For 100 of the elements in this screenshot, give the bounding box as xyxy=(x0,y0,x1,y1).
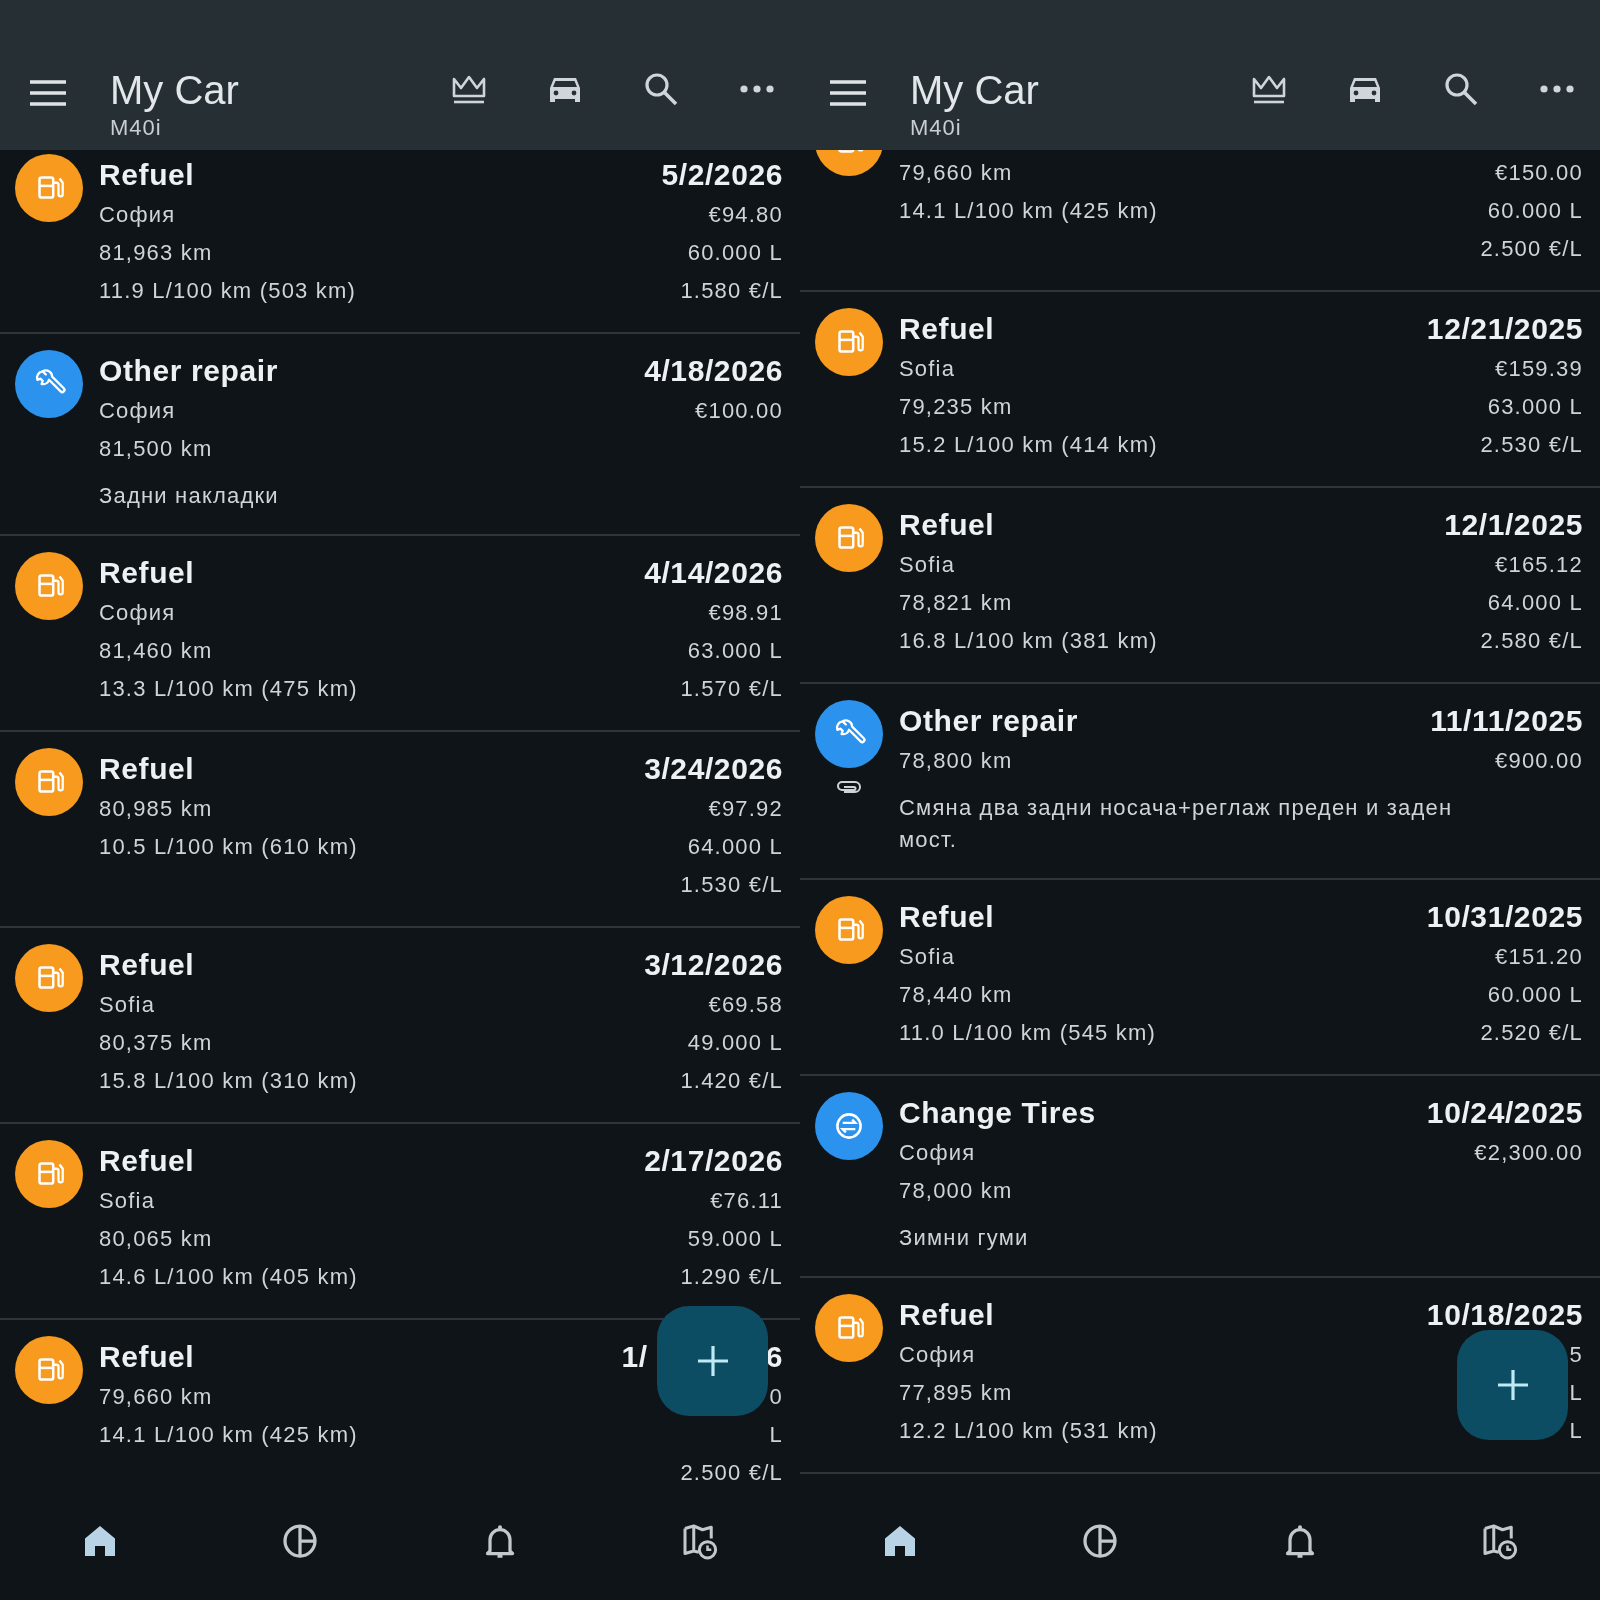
entry-title: Refuel xyxy=(99,555,196,591)
entry-amount: €165.12 xyxy=(1495,551,1583,579)
entry-amount: €97.92 xyxy=(708,795,783,823)
entry-detail: 11.9 L/100 km (503 km) xyxy=(99,277,357,305)
entry-amount: 2.500 €/L xyxy=(680,1459,783,1487)
entry-detail: 14.6 L/100 km (405 km) xyxy=(99,1263,358,1291)
entry-detail: 81,963 km xyxy=(99,239,214,267)
chart-icon[interactable] xyxy=(1080,1521,1120,1561)
entry-note: Задни накладки xyxy=(99,482,280,510)
entry-title: Other repair xyxy=(99,353,278,389)
entry-title: Refuel xyxy=(99,947,196,983)
app-subtitle: M40i xyxy=(910,114,963,142)
entry-amount: L xyxy=(769,1421,783,1449)
entry-amount: 2.500 €/L xyxy=(1480,235,1583,263)
entry-amount: 2.580 €/L xyxy=(1480,627,1583,655)
entry-title: Refuel xyxy=(99,157,196,193)
entry-title: Refuel xyxy=(99,751,196,787)
entry-amount: 60.000 L xyxy=(1487,197,1583,225)
entry-detail: 14.1 L/100 km (425 km) xyxy=(899,197,1158,225)
entry-detail: София xyxy=(899,1139,977,1167)
app-title: My Car xyxy=(910,67,1040,114)
entry-detail: 80,375 km xyxy=(99,1029,214,1057)
entry-title: Refuel xyxy=(899,311,996,347)
entry-detail: 79,660 km xyxy=(99,1383,214,1411)
entry-title: Refuel xyxy=(899,899,996,935)
entry-amount: 63.000 L xyxy=(687,637,783,665)
entry-date: 12/21/2025 xyxy=(1426,311,1583,347)
entry-detail: 77,895 km xyxy=(899,1379,1014,1407)
entry-detail: 81,460 km xyxy=(99,637,214,665)
entry-amount: €69.58 xyxy=(708,991,783,1019)
entry-amount: €100.00 xyxy=(695,397,783,425)
entry-amount: 2.530 €/L xyxy=(1480,431,1583,459)
menu-icon[interactable] xyxy=(828,78,868,108)
entry-amount: 64.000 L xyxy=(1487,589,1583,617)
entry-detail: Sofia xyxy=(899,355,957,383)
entry-amount: 0 xyxy=(769,1383,783,1411)
entry-amount: 1.570 €/L xyxy=(680,675,783,703)
entry-amount: 49.000 L xyxy=(687,1029,783,1057)
entry-amount: 1.420 €/L xyxy=(680,1067,783,1095)
entry-amount: €94.80 xyxy=(708,201,783,229)
plus-icon xyxy=(1495,1368,1530,1402)
entry-detail: 16.8 L/100 km (381 km) xyxy=(899,627,1158,655)
entry-amount: €150.00 xyxy=(1495,159,1583,187)
entry-title: Refuel xyxy=(99,1143,196,1179)
menu-icon[interactable] xyxy=(28,78,68,108)
search-icon[interactable] xyxy=(642,70,680,108)
entry-detail: 15.2 L/100 km (414 km) xyxy=(899,431,1158,459)
entry-date: 11/11/2025 xyxy=(1430,703,1583,739)
entry-amount: 59.000 L xyxy=(687,1225,783,1253)
entry-date: 4/14/2026 xyxy=(644,555,783,591)
entry-detail: 13.3 L/100 km (475 km) xyxy=(99,675,358,703)
entry-amount: 5 xyxy=(1569,1341,1583,1369)
entry-amount: 1.530 €/L xyxy=(680,871,783,899)
entry-detail: София xyxy=(99,397,177,425)
entry-amount: 1.290 €/L xyxy=(680,1263,783,1291)
entry-detail: 78,000 km xyxy=(899,1177,1014,1205)
entry-detail: 80,985 km xyxy=(99,795,214,823)
plus-icon xyxy=(695,1344,730,1378)
entry-detail: 78,440 km xyxy=(899,981,1014,1009)
entry-date: 1/ xyxy=(621,1339,648,1375)
entry-amount: €2,300.00 xyxy=(1474,1139,1583,1167)
entry-amount: 64.000 L xyxy=(687,833,783,861)
entry-date: 5/2/2026 xyxy=(661,157,783,193)
entry-title: Change Tires xyxy=(899,1095,1096,1131)
entry-date: 12/1/2025 xyxy=(1444,507,1583,543)
chart-icon[interactable] xyxy=(280,1521,320,1561)
entry-date: 2/17/2026 xyxy=(644,1143,783,1179)
entry-title: Refuel xyxy=(99,1339,196,1375)
entry-detail: 78,800 km xyxy=(899,747,1014,775)
entry-amount: €900.00 xyxy=(1495,747,1583,775)
entry-note: Смяна два задни носача+реглаж преден и заден мост. xyxy=(899,794,1454,854)
entry-date: 3/12/2026 xyxy=(644,947,783,983)
entry-detail: 15.8 L/100 km (310 km) xyxy=(99,1067,358,1095)
entry-detail: 78,821 km xyxy=(899,589,1014,617)
search-icon[interactable] xyxy=(1442,70,1480,108)
entry-detail: 12.2 L/100 km (531 km) xyxy=(899,1417,1158,1445)
entry-detail: 79,235 km xyxy=(899,393,1014,421)
entry-date: 10/18/2025 xyxy=(1426,1297,1583,1333)
entry-detail: София xyxy=(99,599,177,627)
entry-amount: €98.91 xyxy=(708,599,783,627)
entry-date: 10/24/2025 xyxy=(1426,1095,1583,1131)
entry-amount: €76.11 xyxy=(710,1187,783,1215)
entry-date: 3/24/2026 xyxy=(644,751,783,787)
entry-amount: 2.520 €/L xyxy=(1480,1019,1583,1047)
entry-amount: L xyxy=(1569,1417,1583,1445)
entry-detail: Sofia xyxy=(899,943,957,971)
entry-detail: Sofia xyxy=(899,551,957,579)
entry-amount: L xyxy=(1569,1379,1583,1407)
entry-title: Other repair xyxy=(899,703,1078,739)
entry-detail: Sofia xyxy=(99,1187,157,1215)
app-title: My Car xyxy=(110,67,240,114)
entry-detail: София xyxy=(899,1341,977,1369)
entry-date: 4/18/2026 xyxy=(644,353,783,389)
entry-date: 10/31/2025 xyxy=(1426,899,1583,935)
entry-amount: 63.000 L xyxy=(1487,393,1583,421)
entry-detail: Sofia xyxy=(99,991,157,1019)
entry-detail: 80,065 km xyxy=(99,1225,214,1253)
entry-detail: 10.5 L/100 km (610 km) xyxy=(99,833,358,861)
entry-amount: 60.000 L xyxy=(1487,981,1583,1009)
entry-detail: София xyxy=(99,201,177,229)
